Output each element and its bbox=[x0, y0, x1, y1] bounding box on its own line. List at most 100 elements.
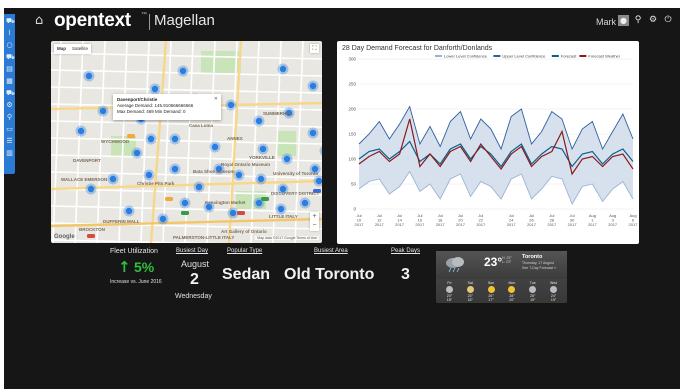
taxi-icon[interactable]: ⛟ bbox=[6, 90, 15, 97]
car-marker-icon[interactable] bbox=[87, 234, 95, 238]
sun-icon bbox=[508, 286, 516, 293]
map-place-label: LITTLE ITALY bbox=[269, 214, 298, 219]
cluster-marker[interactable] bbox=[85, 72, 93, 80]
cluster-marker[interactable] bbox=[277, 205, 285, 213]
cluster-marker[interactable] bbox=[179, 67, 187, 75]
close-icon[interactable]: ✕ bbox=[214, 96, 218, 102]
map-place-label: SUMMERHILL bbox=[263, 111, 293, 116]
cluster-marker[interactable] bbox=[87, 185, 95, 193]
street bbox=[52, 41, 62, 243]
home-icon[interactable]: ⌂ bbox=[35, 14, 48, 27]
fullscreen-icon[interactable]: ⛶ bbox=[310, 44, 319, 53]
cluster-marker[interactable] bbox=[315, 177, 322, 185]
cluster-marker[interactable] bbox=[309, 82, 317, 90]
demand-map[interactable]: Map Satellite Davenport/Christie Average… bbox=[51, 41, 322, 243]
user-name[interactable]: Mark bbox=[596, 17, 616, 27]
brand-divider bbox=[149, 14, 150, 30]
cluster-marker[interactable] bbox=[257, 175, 265, 183]
forecast-low: 18° bbox=[446, 298, 453, 302]
map-tab-satellite[interactable]: Satellite bbox=[69, 44, 91, 54]
bus-icon[interactable]: ⛟ bbox=[6, 54, 15, 61]
monitor-icon[interactable]: ▭ bbox=[6, 126, 13, 133]
legend-label[interactable]: Upper Level Confidence bbox=[502, 54, 546, 59]
busiest-day-weekday: Wednesday bbox=[175, 293, 212, 300]
cluster-halo bbox=[319, 146, 322, 156]
forecast-low: 18° bbox=[467, 298, 473, 302]
cluster-marker[interactable] bbox=[255, 199, 263, 207]
car-marker-icon[interactable] bbox=[165, 197, 173, 201]
circle-icon[interactable]: ○ bbox=[6, 42, 13, 49]
x-tick-label: Jul 28 2017 bbox=[547, 213, 557, 227]
search-icon[interactable]: ⚲ bbox=[633, 15, 643, 26]
legend-label[interactable]: Forecast bbox=[561, 54, 577, 59]
car-icon[interactable]: ⛟ bbox=[6, 18, 15, 25]
sun-icon bbox=[487, 286, 495, 293]
cluster-marker[interactable] bbox=[181, 199, 189, 207]
forecast-day: Mon 28° 20° bbox=[501, 281, 522, 302]
zoom-in-button[interactable]: + bbox=[310, 212, 319, 221]
chart-icon[interactable]: ⌇ bbox=[6, 30, 13, 37]
x-tick-label: Jul 10 2017 bbox=[355, 213, 365, 227]
cluster-marker[interactable] bbox=[171, 135, 179, 143]
gears-icon[interactable]: ⚙ bbox=[6, 102, 13, 109]
cluster-marker[interactable] bbox=[133, 149, 141, 157]
cluster-marker[interactable] bbox=[301, 199, 309, 207]
legend-swatch bbox=[493, 55, 501, 57]
map-place-label: University of Toronto bbox=[273, 171, 319, 176]
cluster-marker[interactable] bbox=[99, 107, 107, 115]
map-place-label: WALLACE EMERSON bbox=[61, 177, 108, 182]
legend-swatch bbox=[435, 55, 442, 57]
report-icon[interactable]: ▥ bbox=[6, 150, 13, 157]
cluster-marker[interactable] bbox=[229, 209, 237, 217]
legend-label[interactable]: Forecast Weather bbox=[588, 54, 620, 59]
car-marker-icon[interactable] bbox=[261, 197, 269, 201]
peak-days-label[interactable]: Peak Days bbox=[391, 248, 420, 254]
info-window-maxmin: Max Demand: 469 Min Demand: 0 bbox=[117, 109, 186, 114]
car-marker-icon[interactable] bbox=[127, 134, 135, 138]
grid-icon[interactable]: ▦ bbox=[6, 78, 13, 85]
car-marker-icon[interactable] bbox=[237, 211, 245, 215]
user-icon[interactable]: ● bbox=[618, 15, 629, 26]
zoom-out-button[interactable]: − bbox=[310, 221, 319, 230]
cluster-marker[interactable] bbox=[255, 117, 263, 125]
cluster-marker[interactable] bbox=[147, 135, 155, 143]
gear-icon[interactable]: ⚙ bbox=[648, 15, 658, 26]
cluster-marker[interactable] bbox=[151, 85, 159, 93]
forecast-day-name: Wed bbox=[549, 281, 558, 285]
cluster-marker[interactable] bbox=[195, 183, 203, 191]
legend-label[interactable]: Lower Level Confidence bbox=[444, 54, 488, 59]
cluster-marker[interactable] bbox=[125, 207, 133, 215]
sliders-icon[interactable]: ☰ bbox=[6, 138, 13, 145]
x-tick-label: Jul 26 2017 bbox=[527, 213, 537, 227]
cluster-marker[interactable] bbox=[109, 175, 117, 183]
busiest-day-month: August bbox=[181, 259, 210, 269]
cluster-marker[interactable] bbox=[235, 171, 243, 179]
weather-forecast-link[interactable]: See 7-Day Forecast » bbox=[522, 266, 556, 270]
table-icon[interactable]: ▤ bbox=[6, 66, 13, 73]
cluster-marker[interactable] bbox=[309, 129, 317, 137]
map-type-tabs[interactable]: Map Satellite bbox=[54, 44, 92, 54]
map-attribution[interactable]: Map data ©2017 Google Terms of Use bbox=[255, 236, 319, 240]
cluster-marker[interactable] bbox=[171, 165, 179, 173]
cluster-marker[interactable] bbox=[145, 171, 153, 179]
map-pin-icon[interactable]: ⚲ bbox=[6, 114, 13, 121]
car-marker-icon[interactable] bbox=[181, 211, 189, 215]
cluster-marker[interactable] bbox=[259, 145, 267, 153]
cluster-marker[interactable] bbox=[283, 155, 291, 163]
fleet-util-label: Fleet Utilization bbox=[110, 248, 158, 255]
weather-widget[interactable]: 23° H: 23° L: 23° Toronto Thursday, 17 A… bbox=[436, 251, 567, 303]
cluster-marker[interactable] bbox=[211, 143, 219, 151]
popular-type-label[interactable]: Popular Type bbox=[227, 248, 262, 254]
cloud-icon bbox=[550, 286, 558, 293]
map-tab-map[interactable]: Map bbox=[54, 44, 69, 54]
cluster-marker[interactable] bbox=[159, 215, 167, 223]
cluster-marker[interactable] bbox=[77, 127, 85, 135]
peak-days-value: 3 bbox=[401, 266, 410, 283]
busiest-day-label[interactable]: Busiest Day bbox=[176, 248, 208, 254]
cluster-marker[interactable] bbox=[227, 101, 235, 109]
busiest-area-label[interactable]: Busiest Area bbox=[314, 248, 348, 254]
power-icon[interactable]: ⏻ bbox=[663, 15, 673, 26]
page: ⛟ ⌇ ○ ⛟ ▤ ▦ ⛟ ⚙ ⚲ ▭ ☰ ▥ ⌂ opentext ™ Magellan Mark … bbox=[0, 0, 681, 389]
cluster-marker[interactable] bbox=[279, 65, 287, 73]
map-canvas[interactable] bbox=[51, 41, 322, 243]
